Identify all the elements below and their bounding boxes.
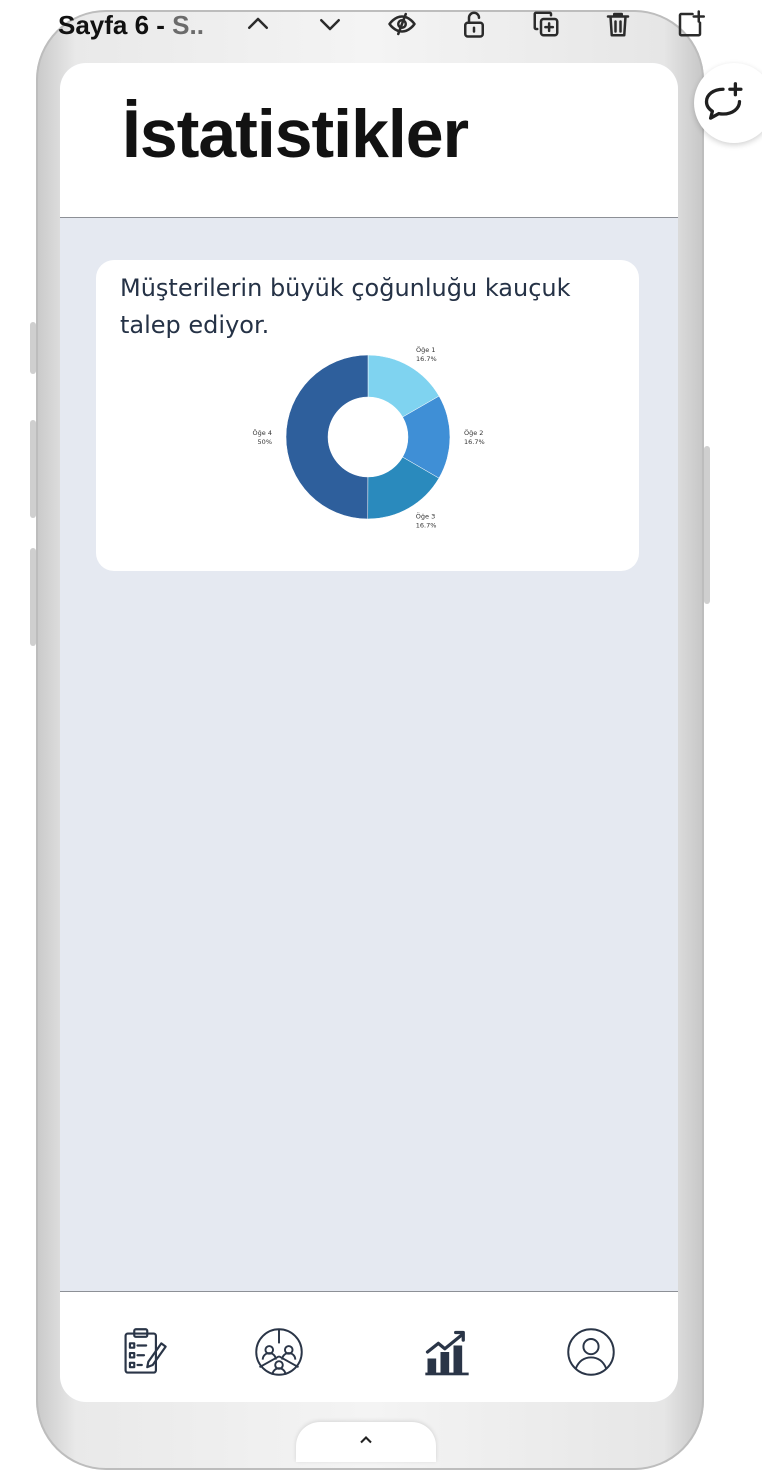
editor-toolbar: Sayfa 6 - S.. (0, 0, 762, 56)
slice-label: Öğe 4 (253, 428, 272, 437)
chevron-up-icon (360, 1436, 372, 1444)
trash-icon[interactable] (600, 6, 636, 42)
slice-label: Öğe 3 (416, 511, 435, 520)
add-page-icon[interactable] (672, 6, 708, 42)
phone-side-button (704, 446, 710, 604)
slice-value-label: 16.7% (416, 355, 437, 363)
add-comment-icon (704, 82, 743, 120)
team-icon[interactable] (251, 1324, 307, 1380)
slice-label: Öğe 1 (416, 345, 435, 354)
phone-side-button (30, 548, 36, 646)
donut-chart: Öğe 116.7%Öğe 216.7%Öğe 316.7%Öğe 450% (253, 345, 485, 529)
chevron-down-icon[interactable] (312, 6, 348, 42)
slice-value-label: 50% (258, 438, 272, 446)
page-title-label: Sayfa 6 - (58, 10, 173, 40)
slice-value-label: 16.7% (416, 521, 437, 529)
bottom-navigation (60, 1291, 678, 1402)
slice-value-label: 16.7% (464, 438, 485, 446)
chart-icon[interactable] (419, 1324, 475, 1380)
screen-title: İstatistikler (122, 96, 469, 172)
profile-icon[interactable] (563, 1324, 619, 1380)
add-comment-button[interactable] (694, 63, 762, 143)
duplicate-icon[interactable] (528, 6, 564, 42)
clipboard-edit-icon[interactable] (116, 1324, 172, 1380)
phone-side-button (30, 322, 36, 374)
chevron-up-icon[interactable] (240, 6, 276, 42)
phone-side-button (30, 420, 36, 518)
donut-slice (285, 354, 369, 520)
hide-eye-icon[interactable] (384, 6, 420, 42)
page-subtitle: S.. (172, 10, 204, 40)
unlock-icon[interactable] (456, 6, 492, 42)
app-screen: İstatistikler Müşterilerin büyük çoğunlu… (60, 63, 678, 1402)
slice-label: Öğe 2 (464, 428, 483, 437)
statistics-card[interactable]: Müşterilerin büyük çoğunluğu kauçuk tale… (96, 260, 639, 571)
drawer-handle[interactable] (296, 1422, 436, 1462)
page-title[interactable]: Sayfa 6 - S.. (58, 10, 204, 41)
screen-header: İstatistikler (60, 63, 678, 218)
